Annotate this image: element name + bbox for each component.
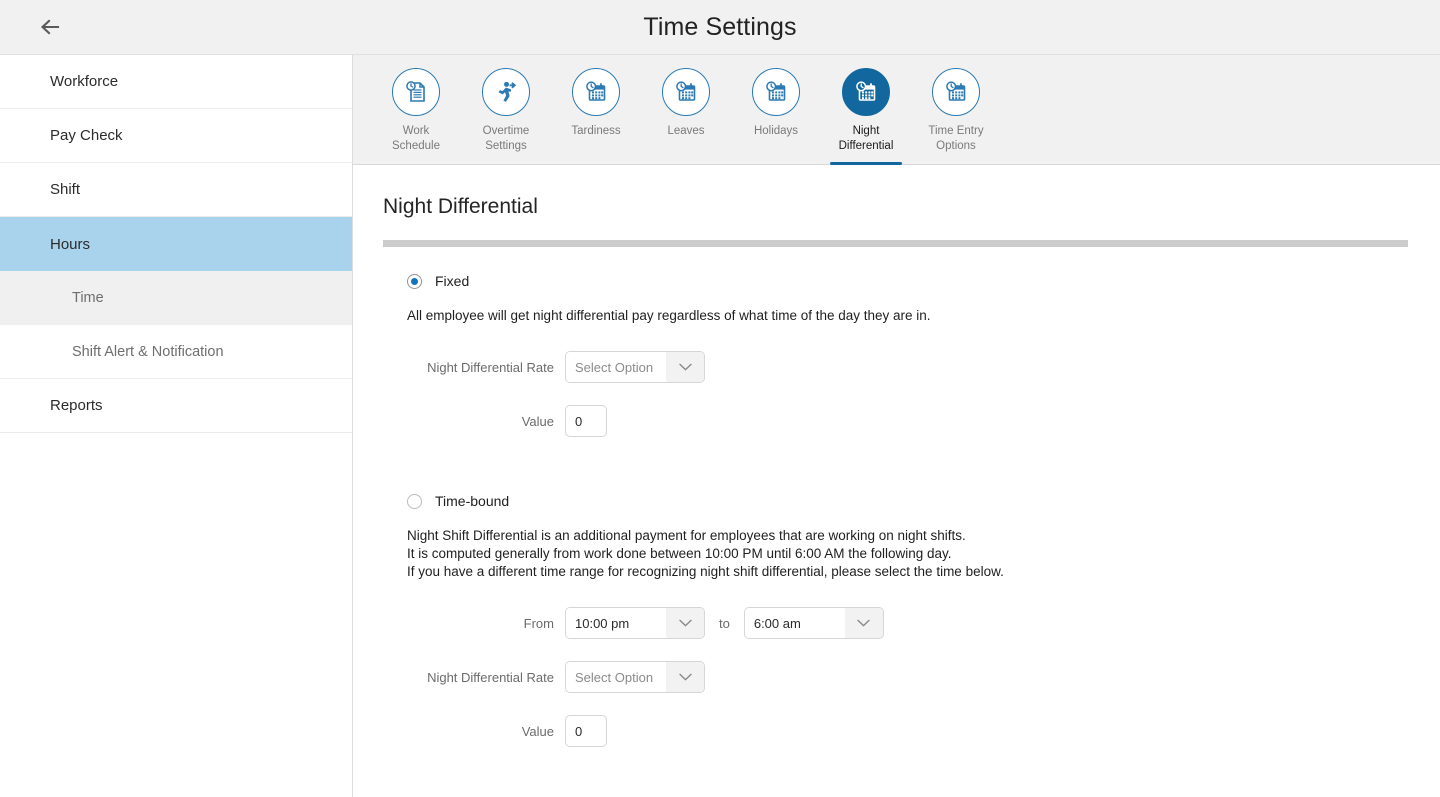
- tab-underline: [830, 162, 902, 165]
- sidebar-item-label: Hours: [50, 235, 91, 253]
- radio-fixed-label: Fixed: [435, 273, 470, 289]
- tab-night-differential[interactable]: Night Differential: [821, 68, 911, 165]
- tab-label: Night Differential: [838, 125, 894, 152]
- tab-underline: [650, 162, 722, 165]
- time-bound-value-label: Value: [521, 723, 554, 739]
- time-bound-description-line-3: If you have a different time range for r…: [407, 564, 1004, 579]
- chevron-down-icon: [666, 662, 704, 692]
- time-from-select-value: 10:00 pm: [566, 608, 666, 638]
- tab-underline: [380, 162, 452, 165]
- chevron-down-icon: [666, 352, 704, 382]
- tab-label: Holidays: [753, 125, 799, 137]
- fixed-rate-select-value: Select Option: [566, 352, 666, 382]
- running-person-arrow-icon: [498, 81, 517, 102]
- arrow-left-icon: [40, 19, 60, 35]
- calendar-clock-icon: [946, 81, 966, 101]
- tab-icon-night-differential: [842, 68, 890, 116]
- sidebar-item-label: Shift: [50, 181, 81, 198]
- sidebar-subitem-label: Shift Alert & Notification: [72, 343, 224, 360]
- tab-label: Time Entry Options: [928, 125, 984, 152]
- settings-tabstrip: Work Schedule Overtime Settings Tardines…: [353, 55, 1440, 165]
- calendar-clock-icon: [766, 81, 786, 101]
- time-range-row: From 10:00 pm to 6:00 am: [383, 607, 1440, 639]
- tab-underline: [920, 162, 992, 165]
- fixed-value-input[interactable]: [565, 405, 607, 437]
- radio-option-fixed[interactable]: Fixed: [407, 273, 1440, 289]
- tab-holidays[interactable]: Holidays: [731, 68, 821, 165]
- calendar-clock-icon: [856, 81, 876, 101]
- sidebar-subitem-time[interactable]: Time: [0, 271, 352, 325]
- tab-icon-work-schedule: [392, 68, 440, 116]
- back-button[interactable]: [30, 7, 70, 47]
- tab-label: Work Schedule: [392, 125, 440, 152]
- fixed-rate-label: Night Differential Rate: [427, 359, 554, 375]
- tab-work-schedule[interactable]: Work Schedule: [371, 68, 461, 165]
- radio-option-time-bound[interactable]: Time-bound: [407, 493, 1440, 509]
- app-body: Workforce Pay Check Shift Hours Time Shi…: [0, 55, 1440, 797]
- fixed-description: All employee will get night differential…: [407, 308, 931, 323]
- app-header: Time Settings: [0, 0, 1440, 55]
- tab-leaves[interactable]: Leaves: [641, 68, 731, 165]
- time-to-label: to: [719, 615, 730, 631]
- tab-overtime-settings[interactable]: Overtime Settings: [461, 68, 551, 165]
- document-clock-icon: [406, 81, 425, 102]
- time-bound-rate-label: Night Differential Rate: [427, 669, 554, 685]
- time-bound-description-line-2: It is computed generally from work done …: [407, 546, 952, 561]
- chevron-down-icon: [844, 608, 883, 638]
- sidebar-subitem-label: Time: [72, 290, 104, 306]
- time-bound-value-row: Value: [383, 715, 1440, 747]
- sidebar-item-hours[interactable]: Hours: [0, 217, 352, 271]
- time-to-select-value: 6:00 am: [744, 608, 845, 638]
- fixed-value-label: Value: [521, 413, 554, 429]
- fixed-value-row: Value: [383, 405, 1440, 437]
- title-divider: [383, 240, 1408, 247]
- tab-icon-time-entry-options: [932, 68, 980, 116]
- tab-label: Tardiness: [571, 125, 621, 137]
- time-bound-description-line-1: Night Shift Differential is an additiona…: [407, 528, 966, 543]
- sidebar: Workforce Pay Check Shift Hours Time Shi…: [0, 55, 353, 797]
- sidebar-item-label: Workforce: [50, 73, 119, 90]
- settings-content: Night Differential Fixed All employee wi…: [353, 165, 1440, 747]
- sidebar-item-workforce[interactable]: Workforce: [0, 55, 352, 109]
- radio-time-bound-label: Time-bound: [435, 493, 510, 509]
- calendar-clock-icon: [586, 81, 606, 101]
- chevron-down-icon: [666, 608, 704, 638]
- tab-icon-leaves: [662, 68, 710, 116]
- tab-icon-holidays: [752, 68, 800, 116]
- sidebar-item-pay-check[interactable]: Pay Check: [0, 109, 352, 163]
- tab-icon-overtime-settings: [482, 68, 530, 116]
- page-title: Time Settings: [643, 12, 797, 41]
- time-bound-description: Night Shift Differential is an additiona…: [407, 527, 1440, 581]
- tab-icon-tardiness: [572, 68, 620, 116]
- sidebar-item-label: Pay Check: [50, 127, 123, 144]
- fixed-rate-select[interactable]: Select Option: [565, 351, 705, 383]
- tab-underline: [470, 162, 542, 165]
- tab-underline: [740, 162, 812, 165]
- sidebar-item-reports[interactable]: Reports: [0, 379, 352, 433]
- time-from-label: From: [523, 615, 554, 631]
- sidebar-subitem-shift-alert-notification[interactable]: Shift Alert & Notification: [0, 325, 352, 379]
- tab-time-entry-options[interactable]: Time Entry Options: [911, 68, 1001, 165]
- tab-label: Overtime Settings: [482, 125, 530, 152]
- time-bound-rate-select-value: Select Option: [566, 662, 666, 692]
- time-bound-value-input[interactable]: [565, 715, 607, 747]
- section-title: Night Differential: [383, 195, 538, 218]
- tab-label: Leaves: [667, 125, 705, 137]
- time-bound-rate-select[interactable]: Select Option: [565, 661, 705, 693]
- time-to-select[interactable]: 6:00 am: [743, 607, 884, 639]
- calendar-clock-icon: [676, 81, 696, 101]
- tab-tardiness[interactable]: Tardiness: [551, 68, 641, 165]
- fixed-rate-row: Night Differential Rate Select Option: [383, 351, 1440, 383]
- sidebar-item-label: Reports: [50, 397, 103, 414]
- time-bound-rate-row: Night Differential Rate Select Option: [383, 661, 1440, 693]
- main-panel: Work Schedule Overtime Settings Tardines…: [353, 55, 1440, 797]
- sidebar-item-shift[interactable]: Shift: [0, 163, 352, 217]
- radio-time-bound-icon[interactable]: [407, 493, 422, 509]
- tab-underline: [560, 162, 632, 165]
- radio-fixed-icon[interactable]: [407, 273, 422, 289]
- time-from-select[interactable]: 10:00 pm: [565, 607, 705, 639]
